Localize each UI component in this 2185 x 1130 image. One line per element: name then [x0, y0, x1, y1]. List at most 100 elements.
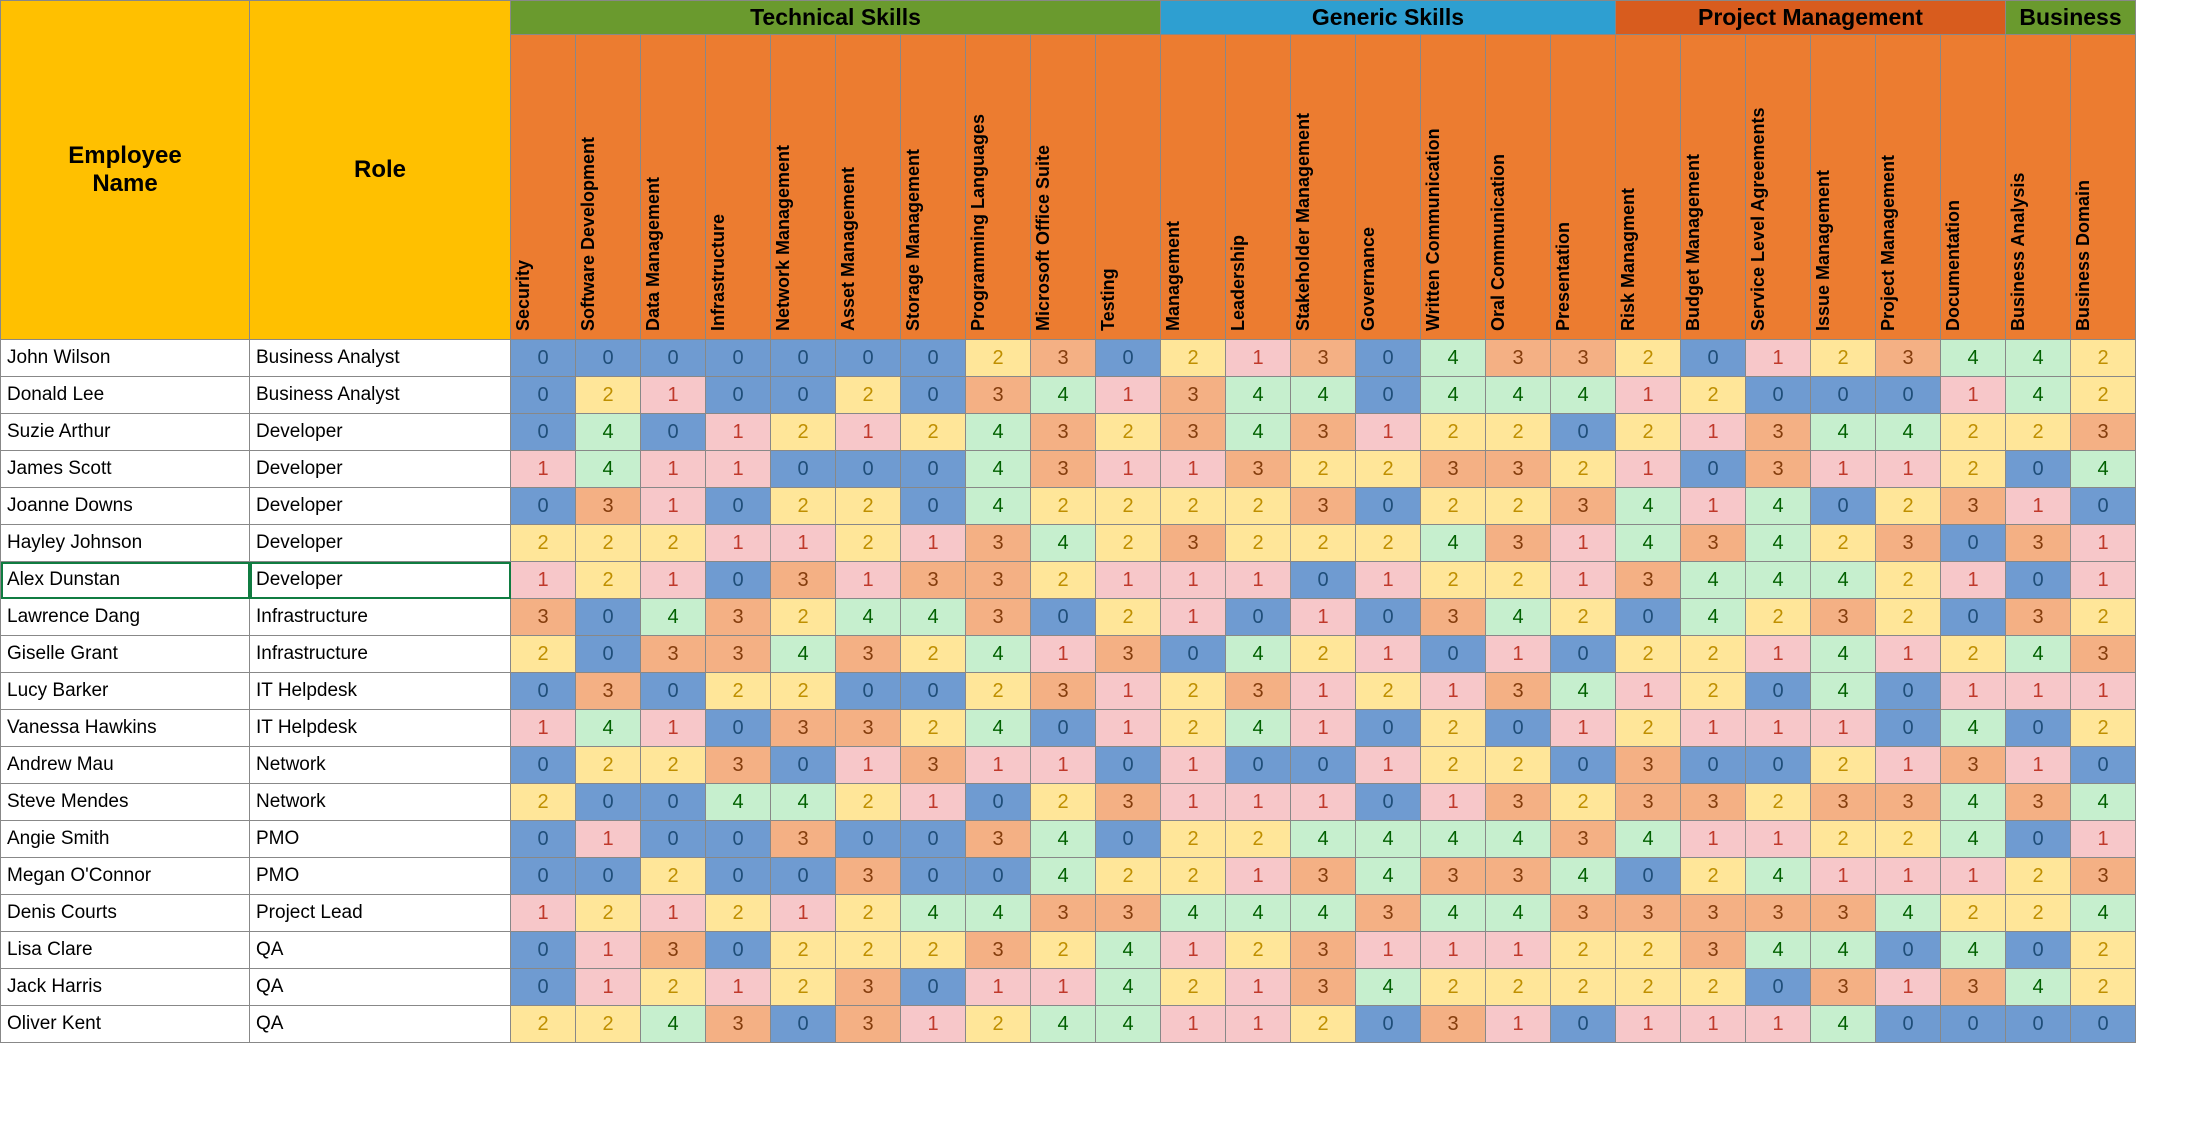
score-cell[interactable]: 4 — [966, 488, 1031, 525]
score-cell[interactable]: 2 — [901, 636, 966, 673]
score-cell[interactable]: 1 — [836, 414, 901, 451]
score-cell[interactable]: 3 — [1681, 895, 1746, 932]
score-cell[interactable]: 3 — [1226, 673, 1291, 710]
employee-name-cell[interactable]: Alex Dunstan — [1, 562, 250, 599]
score-cell[interactable]: 2 — [1486, 747, 1551, 784]
score-cell[interactable]: 3 — [1161, 525, 1226, 562]
score-cell[interactable]: 2 — [1421, 710, 1486, 747]
score-cell[interactable]: 0 — [1941, 599, 2006, 636]
score-cell[interactable]: 3 — [1226, 451, 1291, 488]
score-cell[interactable]: 0 — [2006, 821, 2071, 858]
score-cell[interactable]: 0 — [1356, 377, 1421, 414]
score-cell[interactable]: 4 — [1031, 858, 1096, 895]
score-cell[interactable]: 4 — [2071, 784, 2136, 821]
score-cell[interactable]: 4 — [1811, 1006, 1876, 1043]
score-cell[interactable]: 1 — [2071, 525, 2136, 562]
score-cell[interactable]: 3 — [1616, 895, 1681, 932]
score-cell[interactable]: 2 — [1291, 1006, 1356, 1043]
score-cell[interactable]: 1 — [1941, 377, 2006, 414]
score-cell[interactable]: 2 — [1811, 747, 1876, 784]
score-cell[interactable]: 1 — [511, 710, 576, 747]
score-cell[interactable]: 3 — [1811, 969, 1876, 1006]
score-cell[interactable]: 3 — [966, 599, 1031, 636]
score-cell[interactable]: 0 — [1616, 858, 1681, 895]
score-cell[interactable]: 0 — [1291, 747, 1356, 784]
score-cell[interactable]: 1 — [1356, 414, 1421, 451]
score-cell[interactable]: 2 — [1356, 673, 1421, 710]
score-cell[interactable]: 3 — [2071, 414, 2136, 451]
score-cell[interactable]: 2 — [576, 377, 641, 414]
score-cell[interactable]: 0 — [1031, 599, 1096, 636]
score-cell[interactable]: 2 — [1551, 784, 1616, 821]
score-cell[interactable]: 2 — [1031, 488, 1096, 525]
score-cell[interactable]: 0 — [1356, 710, 1421, 747]
role-cell[interactable]: QA — [250, 969, 511, 1006]
score-cell[interactable]: 3 — [1486, 525, 1551, 562]
employee-name-cell[interactable]: Angie Smith — [1, 821, 250, 858]
score-cell[interactable]: 2 — [511, 784, 576, 821]
score-cell[interactable]: 1 — [641, 377, 706, 414]
score-cell[interactable]: 2 — [771, 673, 836, 710]
score-cell[interactable]: 0 — [771, 1006, 836, 1043]
score-cell[interactable]: 2 — [576, 895, 641, 932]
score-cell[interactable]: 1 — [706, 451, 771, 488]
skill-header-0[interactable]: Security — [511, 35, 576, 340]
score-cell[interactable]: 3 — [1031, 340, 1096, 377]
score-cell[interactable]: 2 — [836, 932, 901, 969]
employee-name-cell[interactable]: James Scott — [1, 451, 250, 488]
score-cell[interactable]: 3 — [706, 636, 771, 673]
score-cell[interactable]: 0 — [706, 340, 771, 377]
score-cell[interactable]: 2 — [2006, 895, 2071, 932]
score-cell[interactable]: 0 — [771, 747, 836, 784]
score-cell[interactable]: 0 — [1356, 599, 1421, 636]
score-cell[interactable]: 2 — [1551, 599, 1616, 636]
skill-header-13[interactable]: Governance — [1356, 35, 1421, 340]
role-cell[interactable]: IT Helpdesk — [250, 710, 511, 747]
score-cell[interactable]: 1 — [1941, 858, 2006, 895]
score-cell[interactable]: 2 — [1811, 340, 1876, 377]
score-cell[interactable]: 3 — [1291, 340, 1356, 377]
header-role[interactable]: Role — [250, 1, 511, 340]
employee-name-cell[interactable]: Joanne Downs — [1, 488, 250, 525]
skill-header-9[interactable]: Testing — [1096, 35, 1161, 340]
score-cell[interactable]: 2 — [1876, 488, 1941, 525]
score-cell[interactable]: 0 — [511, 673, 576, 710]
score-cell[interactable]: 4 — [1746, 525, 1811, 562]
score-cell[interactable]: 0 — [706, 858, 771, 895]
score-cell[interactable]: 0 — [641, 673, 706, 710]
score-cell[interactable]: 4 — [1616, 525, 1681, 562]
score-cell[interactable]: 4 — [1486, 377, 1551, 414]
employee-name-cell[interactable]: Lucy Barker — [1, 673, 250, 710]
score-cell[interactable]: 3 — [641, 932, 706, 969]
score-cell[interactable]: 4 — [1356, 969, 1421, 1006]
score-cell[interactable]: 0 — [706, 377, 771, 414]
score-cell[interactable]: 3 — [1421, 858, 1486, 895]
score-cell[interactable]: 1 — [1226, 858, 1291, 895]
score-cell[interactable]: 2 — [1486, 562, 1551, 599]
score-cell[interactable]: 0 — [1681, 340, 1746, 377]
role-cell[interactable]: Developer — [250, 525, 511, 562]
score-cell[interactable]: 0 — [706, 821, 771, 858]
score-cell[interactable]: 4 — [1356, 821, 1421, 858]
score-cell[interactable]: 4 — [2006, 377, 2071, 414]
score-cell[interactable]: 4 — [1291, 895, 1356, 932]
score-cell[interactable]: 1 — [1031, 747, 1096, 784]
score-cell[interactable]: 2 — [2071, 969, 2136, 1006]
score-cell[interactable]: 0 — [836, 451, 901, 488]
score-cell[interactable]: 0 — [511, 747, 576, 784]
score-cell[interactable]: 0 — [1746, 377, 1811, 414]
score-cell[interactable]: 0 — [966, 784, 1031, 821]
score-cell[interactable]: 1 — [1486, 636, 1551, 673]
score-cell[interactable]: 3 — [706, 599, 771, 636]
score-cell[interactable]: 3 — [706, 1006, 771, 1043]
score-cell[interactable]: 1 — [901, 525, 966, 562]
score-cell[interactable]: 3 — [1486, 673, 1551, 710]
score-cell[interactable]: 0 — [1681, 451, 1746, 488]
score-cell[interactable]: 1 — [1356, 932, 1421, 969]
employee-name-cell[interactable]: Jack Harris — [1, 969, 250, 1006]
skill-header-20[interactable]: Issue Management — [1811, 35, 1876, 340]
score-cell[interactable]: 3 — [836, 969, 901, 1006]
score-cell[interactable]: 1 — [511, 895, 576, 932]
score-cell[interactable]: 3 — [1031, 895, 1096, 932]
score-cell[interactable]: 4 — [576, 414, 641, 451]
